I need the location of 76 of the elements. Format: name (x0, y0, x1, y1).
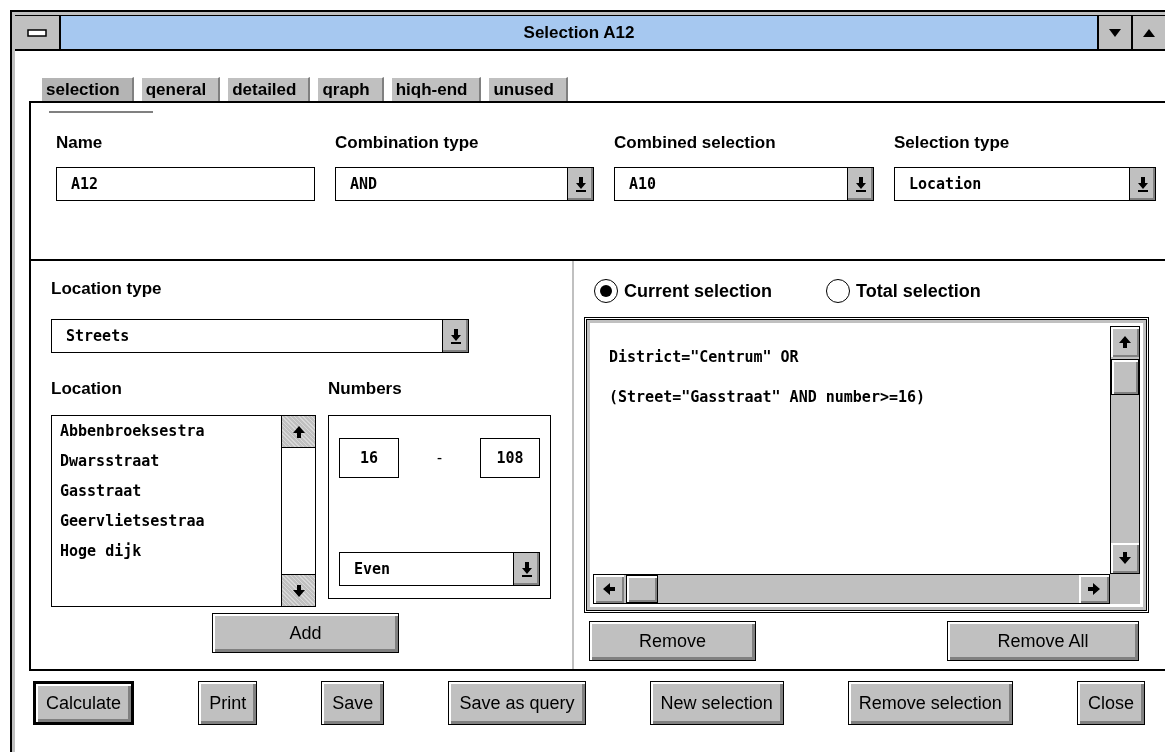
query-line: District="Centrum" OR (609, 348, 800, 366)
location-list[interactable]: Abbenbroeksestra Dwarsstraat Gasstraat Geervlietsestraa Hoge dijk (51, 415, 316, 607)
minimize-button[interactable] (1097, 16, 1131, 49)
minus-icon (27, 28, 47, 37)
parity-dropdown[interactable]: Even (339, 552, 540, 586)
dropdown-field[interactable]: A10 (614, 167, 874, 201)
from-number-field[interactable]: 16 (339, 438, 399, 478)
field-label: Combined selection (614, 133, 777, 153)
up-triangle-icon (1143, 28, 1155, 37)
up-arrow-icon (291, 424, 306, 439)
remove-button[interactable]: Remove (589, 621, 756, 661)
field-label: Location (51, 379, 123, 399)
query-line: (Street="Gasstraat" AND number>=16) (609, 388, 927, 406)
radio-button[interactable] (826, 279, 851, 303)
tab[interactable]: qraph (318, 77, 384, 101)
action-button[interactable]: Remove selection (847, 681, 1013, 725)
maximize-button[interactable] (1131, 16, 1165, 49)
system-menu-button[interactable] (15, 16, 61, 49)
field-label: Name (56, 133, 104, 153)
field-label: Combination type (335, 133, 480, 153)
window-title: Selection A12 (61, 16, 1097, 49)
list-item[interactable]: Dwarsstraat (60, 452, 281, 472)
scroll-right-button[interactable] (1079, 575, 1109, 603)
radio-label: Total selection (856, 280, 981, 302)
left-arrow-icon (602, 582, 616, 596)
radio-option[interactable]: Current selection (594, 279, 773, 303)
down-arrow-icon (574, 176, 587, 192)
field-label: Numbers (328, 379, 403, 399)
action-button[interactable]: Save as query (448, 681, 586, 725)
right-arrow-icon (1087, 582, 1101, 596)
horizontal-scrollbar[interactable] (593, 574, 1110, 604)
scroll-down-button[interactable] (282, 574, 315, 606)
list-item[interactable]: Hoge dijk (60, 542, 281, 562)
name-field[interactable]: A12 (56, 167, 315, 201)
action-button[interactable]: Save (321, 681, 385, 725)
down-arrow-icon (520, 561, 533, 577)
down-arrow-icon (1118, 551, 1132, 565)
field-label: Location type (51, 279, 163, 299)
dropdown-field[interactable]: Location (894, 167, 1156, 201)
to-number-field[interactable]: 108 (480, 438, 540, 478)
field-label: Selection type (894, 133, 1011, 153)
down-arrow-icon (291, 583, 306, 598)
list-item[interactable]: Gasstraat (60, 482, 281, 502)
vertical-scrollbar[interactable] (1110, 326, 1140, 574)
scroll-up-button[interactable] (282, 416, 315, 448)
action-button[interactable]: Calculate (33, 681, 135, 725)
action-button[interactable]: Print (198, 681, 258, 725)
down-arrow-icon (449, 328, 462, 344)
add-button[interactable]: Add (212, 613, 399, 653)
up-arrow-icon (1118, 335, 1132, 349)
list-item[interactable]: Geervlietsestraa (60, 512, 281, 532)
tab[interactable]: selection (42, 77, 134, 101)
scroll-down-button[interactable] (1111, 543, 1139, 573)
dropdown-field[interactable]: AND (335, 167, 594, 201)
location-type-dropdown[interactable]: Streets (51, 319, 469, 353)
tab[interactable]: detailed (228, 77, 311, 101)
action-button[interactable]: Close (1076, 681, 1145, 725)
down-arrow-icon (854, 176, 867, 192)
remove-button[interactable]: Remove All (947, 621, 1139, 661)
query-text-area[interactable]: District="Centrum" OR (Street="Gasstraat" AND number>=16) (584, 317, 1149, 613)
tab[interactable]: unused (489, 77, 568, 101)
down-triangle-icon (1109, 28, 1121, 37)
scrollbar-corner (1110, 574, 1140, 604)
scroll-thumb[interactable] (626, 575, 658, 603)
scroll-thumb[interactable] (1111, 359, 1139, 395)
tab[interactable]: qeneral (141, 77, 221, 101)
tab[interactable]: hiqh-end (391, 77, 482, 101)
radio-label: Current selection (624, 280, 773, 302)
scroll-left-button[interactable] (594, 575, 624, 603)
list-item[interactable]: Abbenbroeksestra (60, 422, 281, 442)
down-arrow-icon (1136, 176, 1149, 192)
radio-button[interactable] (594, 279, 618, 303)
scroll-up-button[interactable] (1111, 327, 1139, 357)
range-dash: - (435, 449, 444, 467)
action-button[interactable]: New selection (649, 681, 784, 725)
radio-option[interactable]: Total selection (826, 279, 981, 303)
